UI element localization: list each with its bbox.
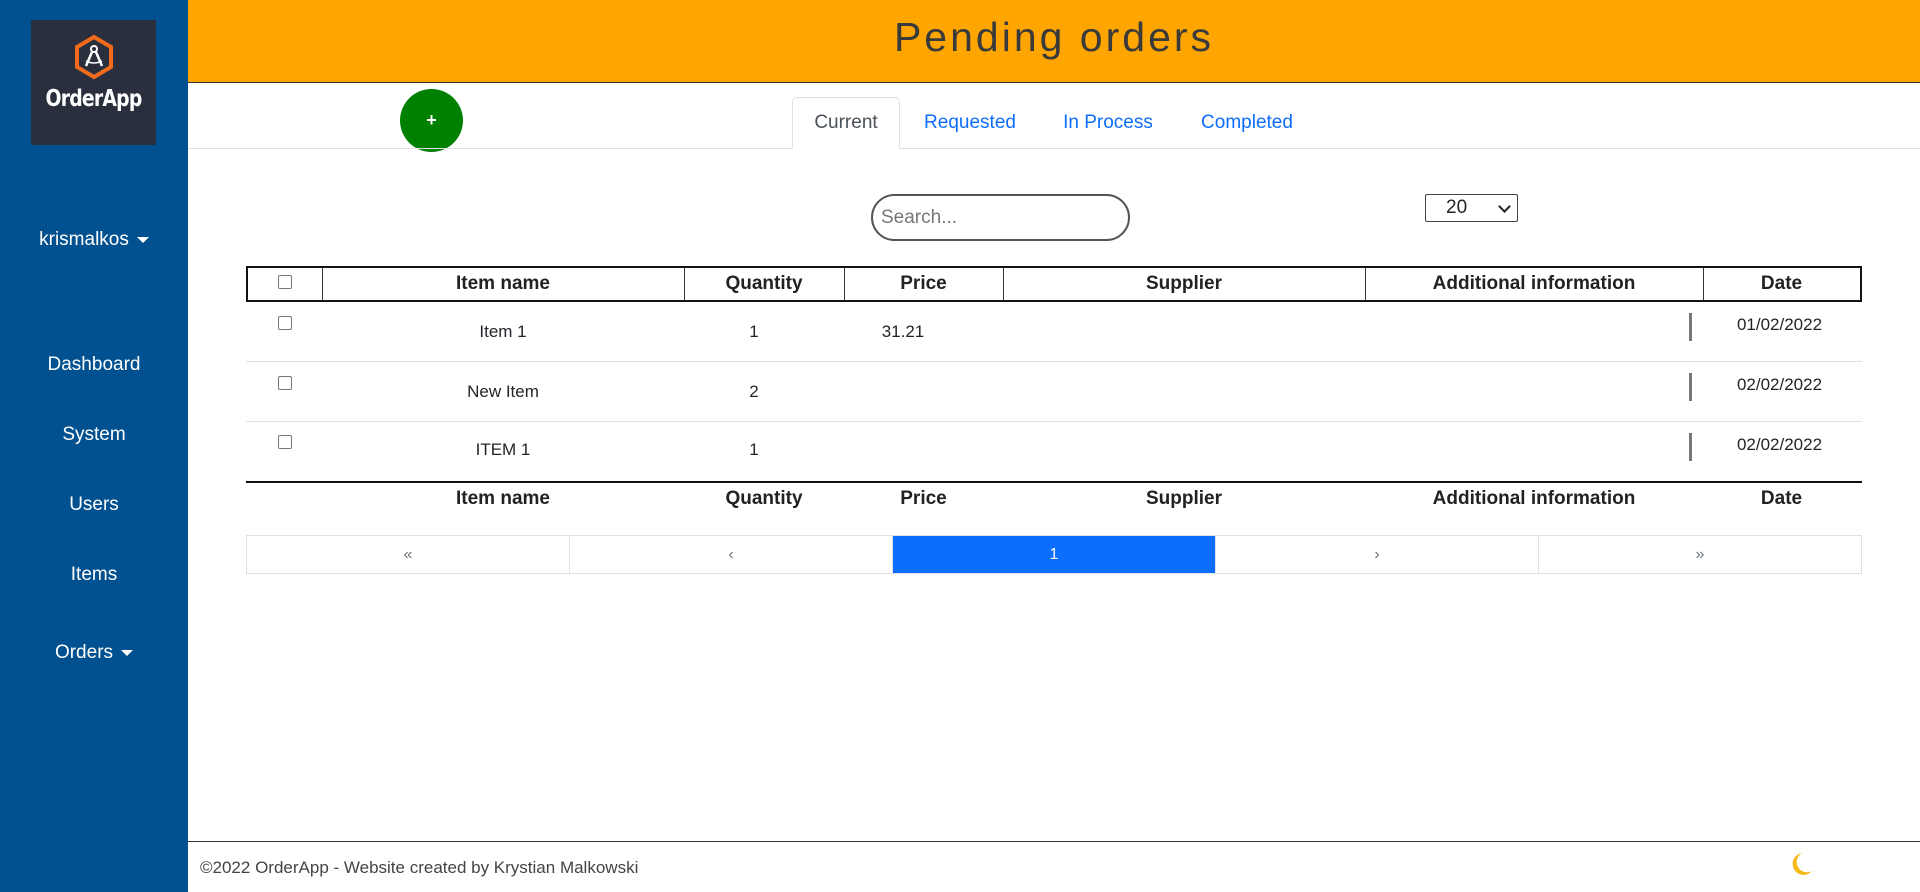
select-all-checkbox[interactable]: [278, 275, 292, 289]
cell-quantity: 2: [749, 382, 759, 401]
logo-text: OrderApp: [45, 86, 143, 112]
cell-price: [844, 362, 962, 422]
cell-supplier: [1001, 422, 1363, 478]
user-menu[interactable]: krismalkos: [0, 229, 188, 251]
next-page-button[interactable]: ›: [1216, 536, 1539, 573]
table-header: Item name Quantity Price Supplier Additi…: [246, 266, 1862, 302]
chevron-down-icon: [1498, 200, 1511, 213]
footer-copyright: ©2022 OrderApp - Website created by Krys…: [200, 858, 639, 877]
tab-current[interactable]: Current: [792, 97, 900, 149]
row-checkbox[interactable]: [278, 435, 292, 449]
tab-label: Current: [814, 112, 878, 133]
search-input[interactable]: [871, 194, 1130, 241]
sidebar-item-label: Users: [69, 494, 119, 515]
page-size-value: 20: [1446, 197, 1468, 218]
cell-additional-information: [1363, 362, 1689, 422]
compass-logo-icon: [74, 34, 113, 80]
table-row[interactable]: New Item 2 02/02/2022: [246, 362, 1862, 422]
column-header-supplier[interactable]: Supplier: [1003, 268, 1365, 300]
tab-requested[interactable]: Requested: [910, 97, 1030, 149]
first-page-button[interactable]: «: [247, 536, 570, 573]
sidebar-item-users[interactable]: Users: [0, 494, 188, 516]
table-row[interactable]: ITEM 1 1 02/02/2022: [246, 422, 1862, 482]
user-name: krismalkos: [39, 229, 129, 250]
page-header: Pending orders: [188, 0, 1920, 83]
cell-item-name: New Item: [467, 382, 539, 401]
footer-column-additional-information: Additional information: [1432, 488, 1636, 509]
footer-column-price: Price: [900, 488, 947, 509]
column-header-price[interactable]: Price: [844, 268, 1003, 300]
sidebar-item-label: Orders: [54, 642, 114, 663]
cell-quantity: 1: [749, 440, 759, 459]
sidebar-item-label: Items: [70, 564, 118, 585]
row-checkbox[interactable]: [278, 376, 292, 390]
cell-date: 02/02/2022: [1736, 375, 1823, 394]
app-logo[interactable]: OrderApp: [31, 20, 156, 145]
page-1-button[interactable]: 1: [893, 536, 1216, 573]
moon-icon[interactable]: [1790, 849, 1820, 879]
sidebar-item-label: Dashboard: [47, 354, 141, 375]
caret-down-icon: [121, 649, 134, 656]
page-size-select[interactable]: 20: [1425, 194, 1518, 222]
cell-date: 01/02/2022: [1736, 315, 1823, 334]
table-row[interactable]: Item 1 1 31.21 01/02/2022: [246, 302, 1862, 362]
column-header-quantity[interactable]: Quantity: [684, 268, 844, 300]
cell-item-name: ITEM 1: [475, 440, 531, 459]
footer-column-quantity: Quantity: [725, 488, 803, 509]
tab-label: Requested: [924, 112, 1016, 133]
add-order-button[interactable]: +: [400, 89, 463, 152]
cell-date: 02/02/2022: [1736, 435, 1823, 454]
footer-column-item-name: Item name: [456, 488, 550, 509]
tab-label: Completed: [1201, 112, 1293, 133]
resize-handle[interactable]: [1689, 313, 1692, 341]
column-header-additional-information[interactable]: Additional information: [1365, 268, 1703, 300]
column-header-date[interactable]: Date: [1703, 268, 1860, 300]
sidebar: OrderApp krismalkos Dashboard System Use…: [0, 0, 188, 892]
tab-completed[interactable]: Completed: [1188, 97, 1306, 149]
sidebar-item-system[interactable]: System: [0, 424, 188, 446]
last-page-button[interactable]: »: [1539, 536, 1861, 573]
sidebar-item-orders[interactable]: Orders: [0, 642, 188, 664]
column-header-item-name[interactable]: Item name: [322, 268, 684, 300]
page-title: Pending orders: [893, 14, 1215, 60]
cell-supplier: [1001, 362, 1363, 422]
footer-column-date: Date: [1760, 488, 1803, 509]
previous-page-button[interactable]: ‹: [570, 536, 893, 573]
tab-in-process[interactable]: In Process: [1050, 97, 1166, 149]
cell-item-name: Item 1: [479, 322, 527, 341]
sidebar-item-dashboard[interactable]: Dashboard: [0, 354, 188, 376]
sidebar-item-items[interactable]: Items: [0, 564, 188, 586]
footer-column-supplier: Supplier: [1145, 488, 1222, 509]
cell-quantity: 1: [749, 322, 759, 341]
footer-divider: [188, 841, 1920, 842]
resize-handle[interactable]: [1689, 433, 1692, 461]
pagination: « ‹ 1 › »: [246, 535, 1862, 574]
cell-additional-information: [1363, 422, 1689, 478]
caret-down-icon: [136, 236, 149, 243]
row-checkbox[interactable]: [278, 316, 292, 330]
tab-label: In Process: [1063, 112, 1153, 133]
cell-price: 31.21: [881, 322, 925, 341]
resize-handle[interactable]: [1689, 373, 1692, 401]
sidebar-item-label: System: [62, 424, 126, 445]
cell-additional-information: [1363, 302, 1689, 362]
cell-supplier: [1001, 302, 1363, 362]
cell-price: [844, 422, 962, 478]
